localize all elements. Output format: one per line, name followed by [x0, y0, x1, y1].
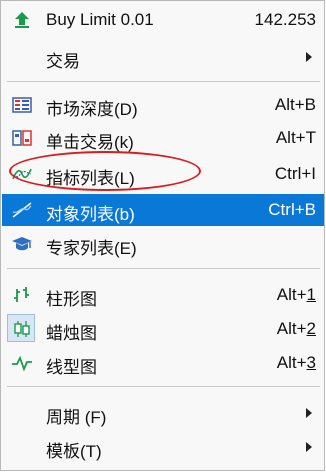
- objects-icon: [12, 202, 32, 218]
- annotation-circle: [9, 151, 201, 191]
- submenu-arrow-icon: [306, 52, 312, 62]
- menu-item-shortcut: Ctrl+B: [268, 200, 316, 219]
- menu-item-template[interactable]: 模板(T): [2, 431, 324, 463]
- line-chart-icon: [12, 355, 32, 372]
- menu-item-shortcut: Alt+1: [276, 285, 316, 304]
- menu-item-label: Buy Limit 0.01: [46, 10, 154, 29]
- menu-item-market-depth[interactable]: 市场深度(D) Alt+B: [2, 89, 324, 121]
- menu-item-label: 单击交易(k): [46, 133, 134, 152]
- menu-item-line-chart[interactable]: 线型图 Alt+3: [2, 347, 324, 379]
- market-depth-icon: [12, 97, 32, 113]
- bar-chart-icon: [14, 287, 29, 302]
- menu-item-label: 柱形图: [46, 290, 97, 309]
- submenu-arrow-icon: [306, 442, 312, 452]
- menu-separator: [7, 81, 320, 82]
- menu-item-shortcut: Ctrl+I: [274, 164, 316, 183]
- submenu-arrow-icon: [306, 408, 312, 418]
- menu-separator: [7, 386, 320, 387]
- menu-item-shortcut: Alt+2: [276, 319, 316, 338]
- menu-separator: [7, 268, 320, 269]
- menu-item-label: 蜡烛图: [46, 324, 97, 343]
- menu-item-one-click-trading[interactable]: 单击交易(k) Alt+T: [2, 122, 324, 154]
- buy-limit-arrow-icon: [15, 12, 29, 28]
- menu-item-objects-list[interactable]: 对象列表(b) Ctrl+B: [2, 194, 324, 226]
- menu-item-period[interactable]: 周期 (F): [2, 397, 324, 429]
- menu-item-shortcut: 142.253: [254, 10, 316, 29]
- menu-item-shortcut: Alt+3: [276, 353, 316, 372]
- context-menu: Buy Limit 0.01 142.253 交易 市场深度(D) Alt+B …: [0, 0, 325, 471]
- menu-item-candlestick[interactable]: 蜡烛图 Alt+2: [2, 313, 324, 345]
- candlestick-icon: [14, 321, 30, 337]
- menu-item-bar-chart[interactable]: 柱形图 Alt+1: [2, 279, 324, 311]
- menu-item-label: 线型图: [46, 358, 97, 377]
- experts-cap-icon: [12, 237, 32, 251]
- menu-item-shortcut: Alt+B: [274, 95, 316, 114]
- menu-item-trade[interactable]: 交易: [2, 41, 324, 73]
- menu-item-shortcut: Alt+T: [275, 128, 316, 147]
- menu-item-label: 交易: [46, 52, 80, 71]
- menu-item-label: 周期 (F): [46, 408, 107, 427]
- menu-item-label: 市场深度(D): [46, 100, 138, 119]
- menu-item-label: 模板(T): [46, 442, 102, 461]
- menu-item-experts-list[interactable]: 专家列表(E): [2, 228, 324, 260]
- one-click-trading-icon: [12, 130, 32, 146]
- menu-item-label: 对象列表(b): [46, 205, 135, 224]
- menu-item-label: 专家列表(E): [46, 239, 137, 258]
- menu-item-buy-limit[interactable]: Buy Limit 0.01 142.253: [2, 4, 324, 36]
